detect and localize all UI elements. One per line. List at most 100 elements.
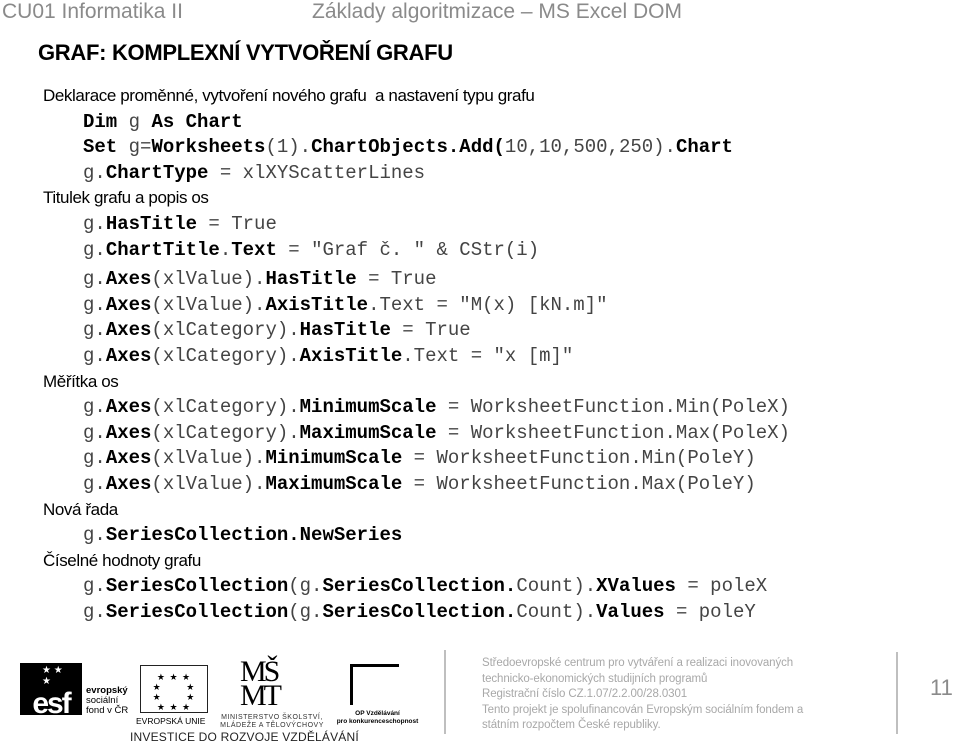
eu-stars-row: ★ ★ ★ — [156, 672, 192, 682]
op-label-line: pro konkurenceschopnost — [336, 718, 419, 725]
code-keyword: Axes — [105, 268, 152, 291]
code-keyword: SeriesCollection. — [322, 575, 517, 598]
code-keyword: As Chart — [151, 110, 243, 133]
project-info-line: státním rozpočtem České republiky. — [482, 719, 661, 732]
code-keyword: MinimumScale — [299, 396, 437, 419]
code-token: g. — [83, 472, 106, 495]
op-label-line: OP Vzdělávání — [355, 710, 400, 717]
op-label: OP Vzdělávání pro konkurenceschopnost — [335, 710, 420, 726]
code-token: (xlValue). — [151, 293, 266, 316]
code-token: .Text = "x [m]" — [402, 344, 574, 367]
code-token: 10,10,500,250). — [504, 136, 676, 159]
msmt-label-line: MLÁDEŽE A TĚLOVÝCHOVY — [220, 722, 324, 729]
code-token: = True — [356, 268, 437, 291]
eu-flag-logo: ★ ★ ★ ★ ★ ★ ★ ★ ★ ★ — [140, 665, 208, 713]
project-info-line: Tento projekt je spolufinancován Evropsk… — [482, 703, 804, 716]
code-keyword: Axes — [105, 396, 152, 419]
section-label: Titulek grafu a popis os — [43, 188, 209, 208]
code-keyword: Text — [231, 238, 277, 261]
sponsor-logos: ★ ★ ★ esf evropský sociální fond v ČR ★ ★… — [20, 655, 420, 744]
code-token: Count). — [516, 575, 597, 598]
code-token: = WorksheetFunction.Max(PoleY) — [402, 472, 756, 495]
code-line: g.ChartTitle.Text = "Graf č. " & CStr(i) — [43, 238, 943, 264]
slide-title: GRAF: KOMPLEXNÍ VYTVOŘENÍ GRAFU — [38, 40, 453, 65]
code-keyword: HasTitle — [299, 319, 391, 342]
code-token: (xlValue). — [151, 472, 266, 495]
code-keyword: Axes — [105, 421, 152, 444]
code-keyword: Set — [83, 136, 118, 159]
code-token: g. — [83, 212, 106, 235]
msmt-logo: MŠ MT — [240, 655, 282, 712]
code-line: g.Axes(xlCategory).MaximumScale = Worksh… — [43, 421, 943, 447]
code-token: .Text = "M(x) [kN.m]" — [368, 293, 608, 316]
code-token: = WorksheetFunction.Max(PoleX) — [436, 421, 790, 444]
page-number: 11 — [930, 675, 953, 700]
code-line: g.SeriesCollection(g.SeriesCollection.Co… — [43, 600, 943, 626]
code-token: g. — [83, 238, 106, 261]
code-keyword: Dim — [83, 110, 118, 133]
code-line: g.HasTitle = True — [43, 212, 943, 238]
footer-divider — [896, 652, 898, 734]
footer-divider — [444, 650, 446, 734]
msmt-label: MINISTERSTVO ŠKOLSTVÍ, MLÁDEŽE A TĚLOVÝC… — [212, 714, 332, 730]
code-token: = xlXYScatterLines — [208, 161, 426, 184]
code-token: g. — [83, 600, 106, 623]
code-token: g. — [83, 447, 106, 470]
course-name: CU01 Informatika II — [2, 0, 183, 23]
code-line: g.Axes(xlCategory).HasTitle = True — [43, 318, 943, 344]
code-line: g.SeriesCollection(g.SeriesCollection.Co… — [43, 574, 943, 600]
eu-stars-row: ★ ★ ★ — [156, 702, 192, 712]
code-keyword: ChartType — [105, 161, 209, 184]
code-token: = poleX — [675, 575, 768, 598]
code-token: (xlCategory). — [151, 344, 300, 367]
code-token: g. — [83, 319, 106, 342]
code-line: g.Axes(xlValue).MinimumScale = Worksheet… — [43, 446, 943, 472]
project-info: Středoevropské centrum pro vytváření a r… — [482, 656, 803, 734]
code-keyword: ChartObjects.Add( — [311, 136, 505, 159]
code-keyword: Axes — [105, 447, 152, 470]
code-token: = True — [197, 212, 277, 235]
esf-logo: ★ ★ ★ esf — [20, 663, 82, 720]
eu-stars-icon: ★ ★ ★ ★ ★ ★ ★ ★ ★ ★ — [152, 672, 196, 712]
code-token: g. — [83, 293, 106, 316]
msmt-label-line: MINISTERSTVO ŠKOLSTVÍ, — [221, 714, 323, 721]
code-token: g. — [83, 161, 106, 184]
code-keyword: MaximumScale — [299, 421, 437, 444]
code-line: g.Axes(xlValue).AxisTitle.Text = "M(x) [… — [43, 293, 943, 319]
slide-content: Deklarace proměnné, vytvoření nového gra… — [43, 84, 943, 625]
code-keyword: XValues — [596, 575, 676, 598]
code-token: (g. — [288, 575, 323, 598]
code-keyword: Values — [596, 600, 665, 623]
code-line: Set g=Worksheets(1).ChartObjects.Add(10,… — [43, 135, 943, 161]
code-token: = True — [390, 319, 471, 342]
code-keyword: Axes — [105, 319, 152, 342]
code-line: g.Axes(xlCategory).AxisTitle.Text = "x [… — [43, 344, 943, 370]
esf-label: evropský sociální fond v ČR — [86, 686, 128, 716]
code-token: . — [219, 238, 232, 261]
code-keyword: SeriesCollection — [105, 600, 289, 623]
eu-label: EVROPSKÁ UNIE — [136, 716, 206, 726]
code-token: g. — [83, 524, 106, 547]
code-keyword: HasTitle — [105, 212, 198, 235]
code-token: g — [117, 110, 152, 133]
code-keyword: SeriesCollection — [105, 575, 289, 598]
code-keyword: MinimumScale — [265, 447, 403, 470]
investice-label: INVESTICE DO ROZVOJE VZDĚLÁVÁNÍ — [130, 730, 359, 744]
project-info-line: technicko-ekonomických studijních progra… — [482, 672, 708, 685]
code-keyword: SeriesCollection.NewSeries — [105, 524, 403, 547]
code-token: g. — [83, 575, 106, 598]
code-token: = WorksheetFunction.Min(PoleY) — [402, 447, 756, 470]
code-keyword: HasTitle — [265, 268, 357, 291]
code-keyword: Axes — [105, 344, 152, 367]
code-token: Count). — [516, 600, 597, 623]
section-label: Deklarace proměnné, vytvoření nového gra… — [43, 86, 535, 105]
code-keyword: Worksheets — [151, 136, 266, 159]
code-keyword: AxisTitle — [265, 293, 369, 316]
code-keyword: Axes — [105, 293, 152, 316]
project-info-line: Středoevropské centrum pro vytváření a r… — [482, 657, 794, 669]
section-label: Měřítka os — [43, 371, 119, 391]
esf-label-line: fond v ČR — [86, 705, 129, 716]
code-keyword: Axes — [105, 472, 152, 495]
code-token: g. — [83, 396, 106, 419]
section-label: Nová řada — [43, 499, 118, 519]
